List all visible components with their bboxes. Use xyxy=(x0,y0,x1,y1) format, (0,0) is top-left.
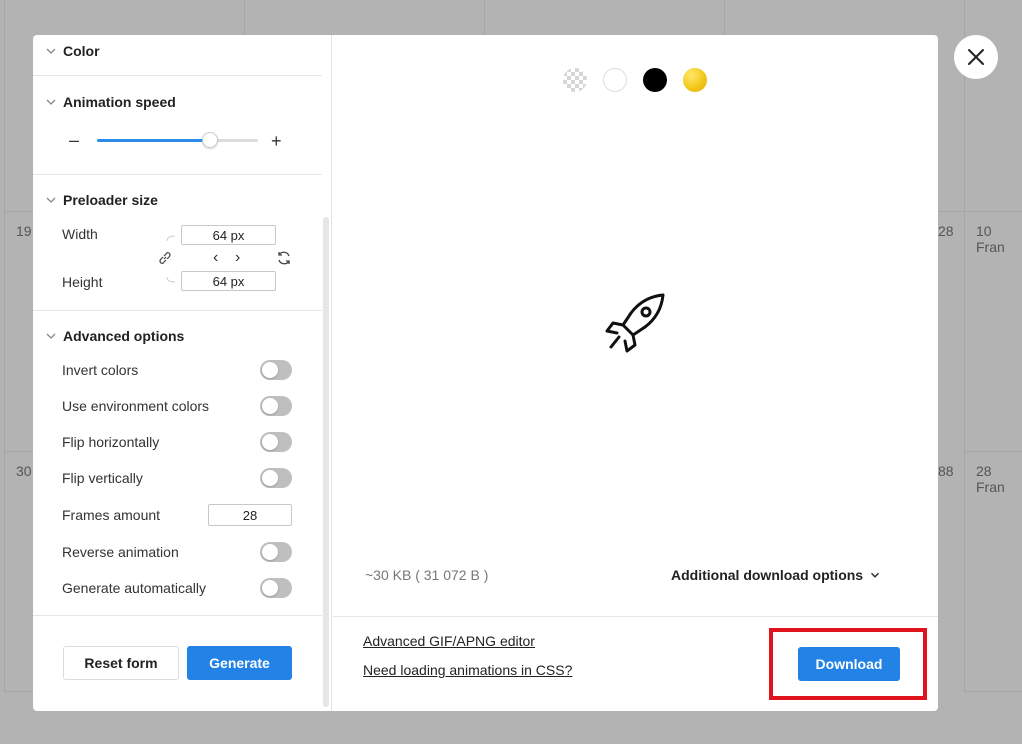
close-button[interactable] xyxy=(954,35,998,79)
divider xyxy=(33,75,322,76)
chevron-down-icon xyxy=(871,572,880,578)
section-advanced-header[interactable]: Advanced options xyxy=(45,327,184,345)
bg-label: 28 xyxy=(938,223,954,239)
section-size-header[interactable]: Preloader size xyxy=(45,191,158,209)
speed-decrease-button[interactable]: – xyxy=(69,131,79,149)
flip-vertically-label: Flip vertically xyxy=(62,470,143,486)
bg-cell xyxy=(964,0,1022,212)
gif-editor-link[interactable]: Advanced GIF/APNG editor xyxy=(363,633,535,649)
generate-automatically-label: Generate automatically xyxy=(62,580,206,596)
preloader-settings-modal: Color Animation speed – + Preloader size… xyxy=(33,35,938,711)
close-icon xyxy=(968,49,984,65)
size-next-button[interactable]: › xyxy=(235,249,240,267)
flip-horizontally-toggle[interactable] xyxy=(260,432,292,452)
chevron-down-icon xyxy=(46,333,56,339)
height-label: Height xyxy=(62,274,103,290)
additional-download-options[interactable]: Additional download options xyxy=(671,567,882,583)
divider xyxy=(333,616,938,617)
width-input[interactable] xyxy=(181,225,276,245)
flip-horizontally-label: Flip horizontally xyxy=(62,434,160,450)
width-label: Width xyxy=(62,226,98,242)
generate-button[interactable]: Generate xyxy=(187,646,292,680)
invert-colors-toggle[interactable] xyxy=(260,360,292,380)
scrollbar[interactable] xyxy=(323,217,329,707)
section-title: Advanced options xyxy=(63,328,185,344)
reverse-animation-toggle[interactable] xyxy=(260,542,292,562)
use-env-colors-label: Use environment colors xyxy=(62,398,210,414)
section-title: Preloader size xyxy=(63,192,158,208)
section-color-header[interactable]: Color xyxy=(45,42,100,60)
section-title: Color xyxy=(63,43,100,59)
speed-slider-fill xyxy=(97,139,210,142)
file-size-text: ~30 KB ( 31 072 B ) xyxy=(365,567,489,583)
chevron-down-icon xyxy=(46,197,56,203)
swatch-white[interactable] xyxy=(603,68,627,92)
swatch-yellow[interactable] xyxy=(683,68,707,92)
bg-label: 10 Fran xyxy=(976,223,1005,255)
reset-form-button[interactable]: Reset form xyxy=(63,646,179,680)
frames-amount-label: Frames amount xyxy=(62,507,161,523)
settings-panel: Color Animation speed – + Preloader size… xyxy=(33,35,332,711)
reverse-animation-label: Reverse animation xyxy=(62,544,179,560)
divider xyxy=(33,615,322,616)
bg-label: 19 xyxy=(16,223,32,239)
speed-slider[interactable] xyxy=(97,132,258,148)
bg-label: 88 xyxy=(938,463,954,479)
frames-amount-input[interactable] xyxy=(208,504,292,526)
size-prev-button[interactable]: ‹ xyxy=(213,249,218,267)
divider xyxy=(33,310,322,311)
download-highlight-box xyxy=(769,628,927,700)
section-title: Animation speed xyxy=(63,94,176,110)
css-loaders-link[interactable]: Need loading animations in CSS? xyxy=(363,662,572,678)
use-env-colors-toggle[interactable] xyxy=(260,396,292,416)
bg-label: 30 xyxy=(16,463,32,479)
generate-automatically-toggle[interactable] xyxy=(260,578,292,598)
height-input[interactable] xyxy=(181,271,276,291)
section-speed-header[interactable]: Animation speed xyxy=(45,93,176,111)
divider xyxy=(33,174,322,175)
chevron-down-icon xyxy=(46,48,56,54)
flip-vertically-toggle[interactable] xyxy=(260,468,292,488)
invert-colors-label: Invert colors xyxy=(62,362,139,378)
chevron-down-icon xyxy=(46,99,56,105)
swatch-transparent[interactable] xyxy=(563,68,587,92)
refresh-icon[interactable] xyxy=(276,250,292,266)
speed-slider-thumb[interactable] xyxy=(201,132,218,148)
bg-label: 28 Fran xyxy=(976,463,1005,495)
additional-download-label: Additional download options xyxy=(671,567,864,583)
speed-increase-button[interactable]: + xyxy=(271,132,282,150)
link-icon[interactable] xyxy=(158,251,172,265)
swatch-black[interactable] xyxy=(643,68,667,92)
rocket-icon xyxy=(605,293,665,353)
